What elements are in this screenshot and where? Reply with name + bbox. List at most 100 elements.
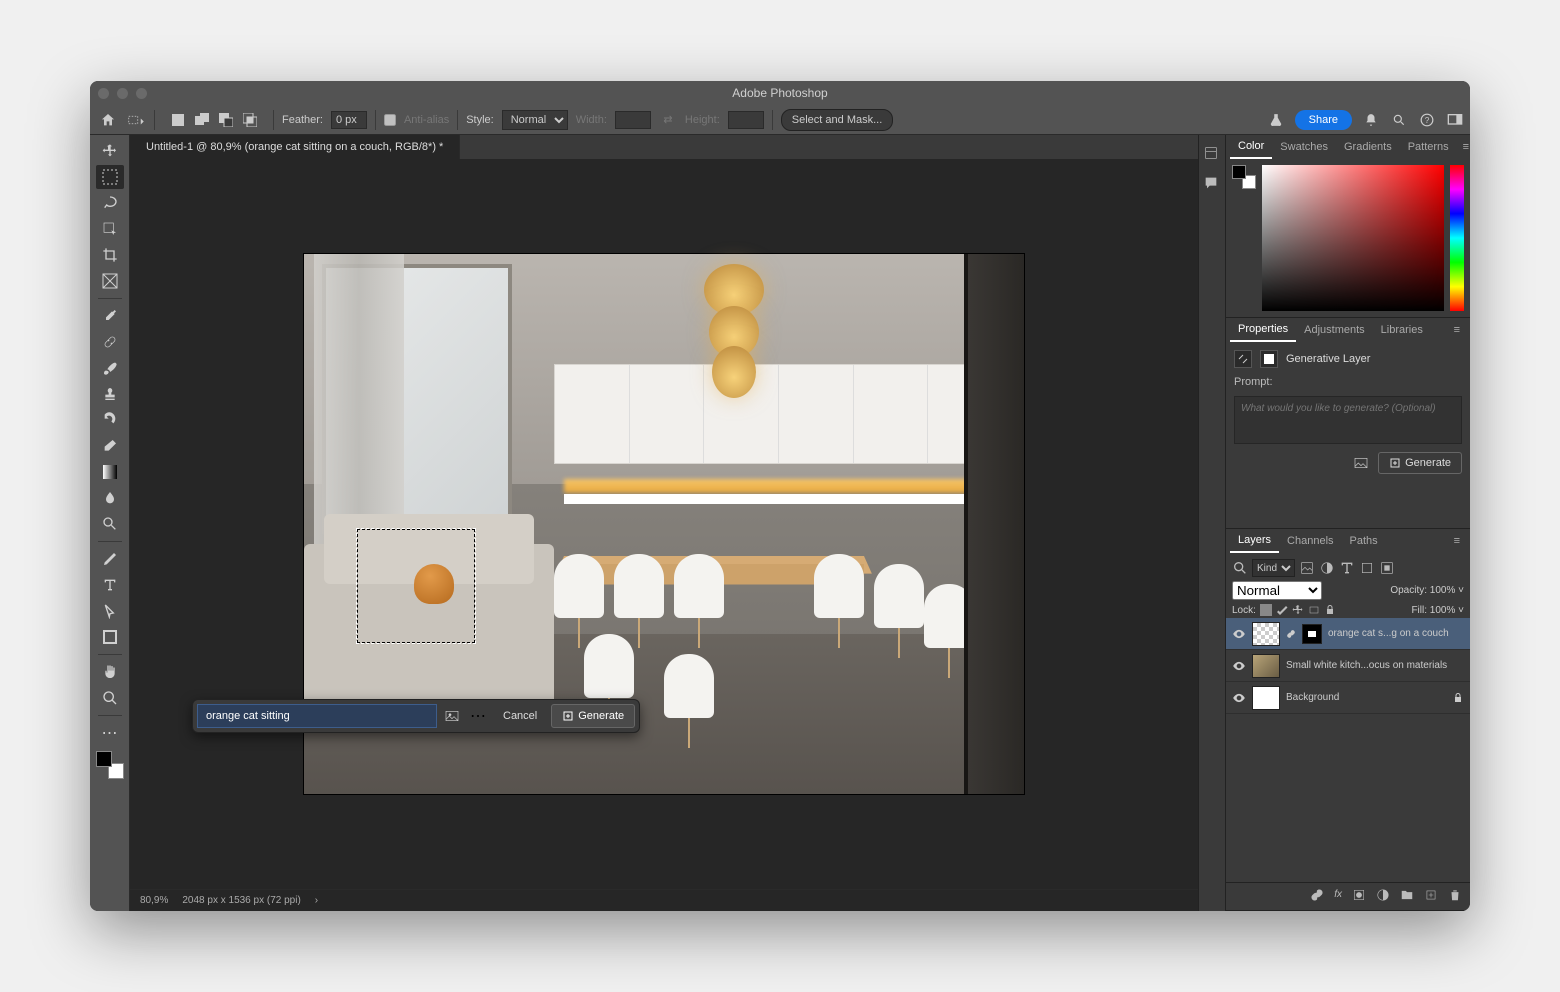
tab-color[interactable]: Color — [1230, 135, 1272, 159]
adjustment-icon[interactable] — [1376, 888, 1390, 902]
panel-menu-icon[interactable]: ≡ — [1448, 535, 1466, 547]
eyedropper-tool-icon[interactable] — [96, 304, 124, 328]
foreground-background-swatch[interactable] — [96, 751, 124, 779]
lock-pixels-icon[interactable] — [1276, 604, 1288, 616]
group-icon[interactable] — [1400, 888, 1414, 902]
tab-swatches[interactable]: Swatches — [1272, 135, 1336, 159]
tab-paths[interactable]: Paths — [1342, 529, 1386, 553]
lock-all-icon[interactable] — [1324, 604, 1336, 616]
status-chevron-icon[interactable]: › — [315, 895, 318, 906]
feather-input[interactable] — [331, 111, 367, 129]
opacity-value[interactable]: 100% — [1430, 585, 1456, 596]
filter-type-icon[interactable] — [1339, 560, 1355, 576]
path-select-icon[interactable] — [96, 599, 124, 623]
search-icon[interactable] — [1390, 111, 1408, 129]
new-selection-icon[interactable] — [169, 111, 187, 129]
blend-mode-select[interactable]: Normal — [1232, 581, 1322, 600]
filter-shape-icon[interactable] — [1359, 560, 1375, 576]
shape-tool-icon[interactable] — [96, 625, 124, 649]
hue-slider[interactable] — [1450, 165, 1464, 311]
zoom-tool-icon[interactable] — [96, 686, 124, 710]
visibility-icon[interactable] — [1232, 627, 1246, 641]
healing-tool-icon[interactable] — [96, 330, 124, 354]
filter-smart-icon[interactable] — [1379, 560, 1395, 576]
new-layer-icon[interactable] — [1424, 888, 1438, 902]
generative-prompt-input[interactable] — [197, 704, 437, 728]
mask-icon[interactable] — [1352, 888, 1366, 902]
tab-layers[interactable]: Layers — [1230, 529, 1279, 553]
eraser-tool-icon[interactable] — [96, 434, 124, 458]
panel-menu-icon[interactable]: ≡ — [1457, 141, 1470, 153]
tab-adjustments[interactable]: Adjustments — [1296, 318, 1373, 342]
layer-item[interactable]: orange cat s...g on a couch — [1226, 618, 1470, 650]
tab-patterns[interactable]: Patterns — [1400, 135, 1457, 159]
filter-adjust-icon[interactable] — [1319, 560, 1335, 576]
document-tab[interactable]: Untitled-1 @ 80,9% (orange cat sitting o… — [130, 135, 460, 159]
filter-kind-select[interactable]: Kind — [1252, 559, 1295, 577]
filter-icon[interactable] — [1232, 560, 1248, 576]
panel-menu-icon[interactable]: ≡ — [1448, 324, 1466, 336]
share-button[interactable]: Share — [1295, 110, 1352, 130]
beaker-icon[interactable] — [1267, 111, 1285, 129]
gradient-tool-icon[interactable] — [96, 460, 124, 484]
color-fgbg-swatch[interactable] — [1232, 165, 1256, 189]
lock-nested-icon[interactable] — [1308, 604, 1320, 616]
visibility-icon[interactable] — [1232, 691, 1246, 705]
help-icon[interactable]: ? — [1418, 111, 1436, 129]
tab-libraries[interactable]: Libraries — [1373, 318, 1431, 342]
layer-name[interactable]: orange cat s...g on a couch — [1328, 628, 1464, 639]
hand-tool-icon[interactable] — [96, 660, 124, 684]
brush-tool-icon[interactable] — [96, 356, 124, 380]
prompt-textarea[interactable] — [1234, 396, 1462, 444]
visibility-icon[interactable] — [1232, 659, 1246, 673]
collapse-icon[interactable] — [1234, 350, 1252, 368]
foreground-color-swatch[interactable] — [96, 751, 112, 767]
lasso-tool-icon[interactable] — [96, 191, 124, 215]
fx-icon[interactable]: fx — [1334, 889, 1342, 900]
gallery-icon[interactable] — [441, 705, 463, 727]
marquee-tool-icon[interactable] — [96, 165, 124, 189]
tab-properties[interactable]: Properties — [1230, 318, 1296, 342]
tool-preset-icon[interactable] — [128, 111, 146, 129]
history-brush-icon[interactable] — [96, 408, 124, 432]
bell-icon[interactable] — [1362, 111, 1380, 129]
crop-tool-icon[interactable] — [96, 243, 124, 267]
link-layers-icon[interactable] — [1310, 888, 1324, 902]
lock-transparent-icon[interactable] — [1260, 604, 1272, 616]
color-field[interactable] — [1262, 165, 1444, 311]
lock-position-icon[interactable] — [1292, 604, 1304, 616]
selection-marquee[interactable] — [356, 528, 476, 644]
selection-tool-icon[interactable] — [96, 217, 124, 241]
close-window-icon[interactable] — [98, 88, 109, 99]
select-and-mask-button[interactable]: Select and Mask... — [781, 109, 894, 131]
blur-tool-icon[interactable] — [96, 486, 124, 510]
stamp-tool-icon[interactable] — [96, 382, 124, 406]
type-tool-icon[interactable] — [96, 573, 124, 597]
subtract-selection-icon[interactable] — [217, 111, 235, 129]
minimize-window-icon[interactable] — [117, 88, 128, 99]
intersect-selection-icon[interactable] — [241, 111, 259, 129]
layer-name[interactable]: Small white kitch...ocus on materials — [1286, 660, 1464, 671]
gallery-icon[interactable] — [1352, 454, 1370, 472]
layer-item[interactable]: Small white kitch...ocus on materials — [1226, 650, 1470, 682]
move-tool-icon[interactable] — [96, 139, 124, 163]
edit-toolbar-icon[interactable]: ⋯ — [96, 721, 124, 745]
properties-generate-button[interactable]: Generate — [1378, 452, 1462, 474]
history-panel-icon[interactable] — [1203, 145, 1221, 163]
style-select[interactable]: Normal — [502, 110, 568, 130]
document-dimensions[interactable]: 2048 px x 1536 px (72 ppi) — [182, 895, 300, 906]
layer-thumbnail[interactable] — [1252, 686, 1280, 710]
delete-icon[interactable] — [1448, 888, 1462, 902]
generate-button[interactable]: Generate — [551, 704, 635, 728]
add-selection-icon[interactable] — [193, 111, 211, 129]
filter-pixel-icon[interactable] — [1299, 560, 1315, 576]
layer-thumbnail[interactable] — [1252, 654, 1280, 678]
layer-thumbnail[interactable] — [1252, 622, 1280, 646]
frame-tool-icon[interactable] — [96, 269, 124, 293]
more-options-icon[interactable]: ⋯ — [467, 705, 489, 727]
layer-name[interactable]: Background — [1286, 692, 1446, 703]
comments-panel-icon[interactable] — [1203, 175, 1221, 193]
layer-mask-thumbnail[interactable] — [1302, 624, 1322, 644]
tab-gradients[interactable]: Gradients — [1336, 135, 1400, 159]
pen-tool-icon[interactable] — [96, 547, 124, 571]
